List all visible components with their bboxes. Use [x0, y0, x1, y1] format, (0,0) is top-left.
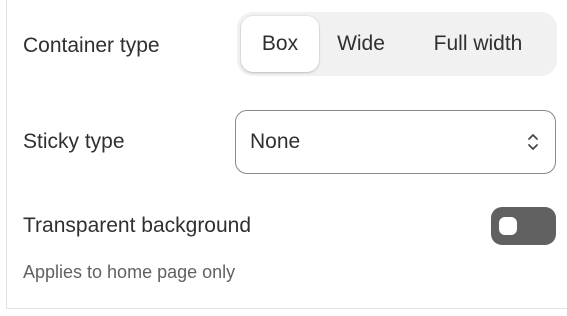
- transparent-background-help-text: Applies to home page only: [23, 262, 236, 282]
- transparent-background-toggle[interactable]: [491, 207, 556, 245]
- sticky-type-value: None: [250, 130, 301, 153]
- container-type-label: Container type: [23, 34, 160, 57]
- container-type-option-wide[interactable]: Wide: [319, 16, 403, 72]
- sticky-type-label: Sticky type: [23, 130, 125, 153]
- container-type-segmented-control: Box Wide Full width: [237, 12, 557, 76]
- container-type-option-box[interactable]: Box: [241, 16, 319, 72]
- sticky-type-select[interactable]: None: [235, 110, 556, 174]
- chevron-up-down-icon: [525, 130, 541, 154]
- toggle-knob: [499, 217, 517, 235]
- transparent-background-label: Transparent background: [23, 214, 252, 237]
- settings-panel: Container type Box Wide Full width Stick…: [6, 0, 567, 309]
- container-type-option-full-width[interactable]: Full width: [403, 16, 553, 72]
